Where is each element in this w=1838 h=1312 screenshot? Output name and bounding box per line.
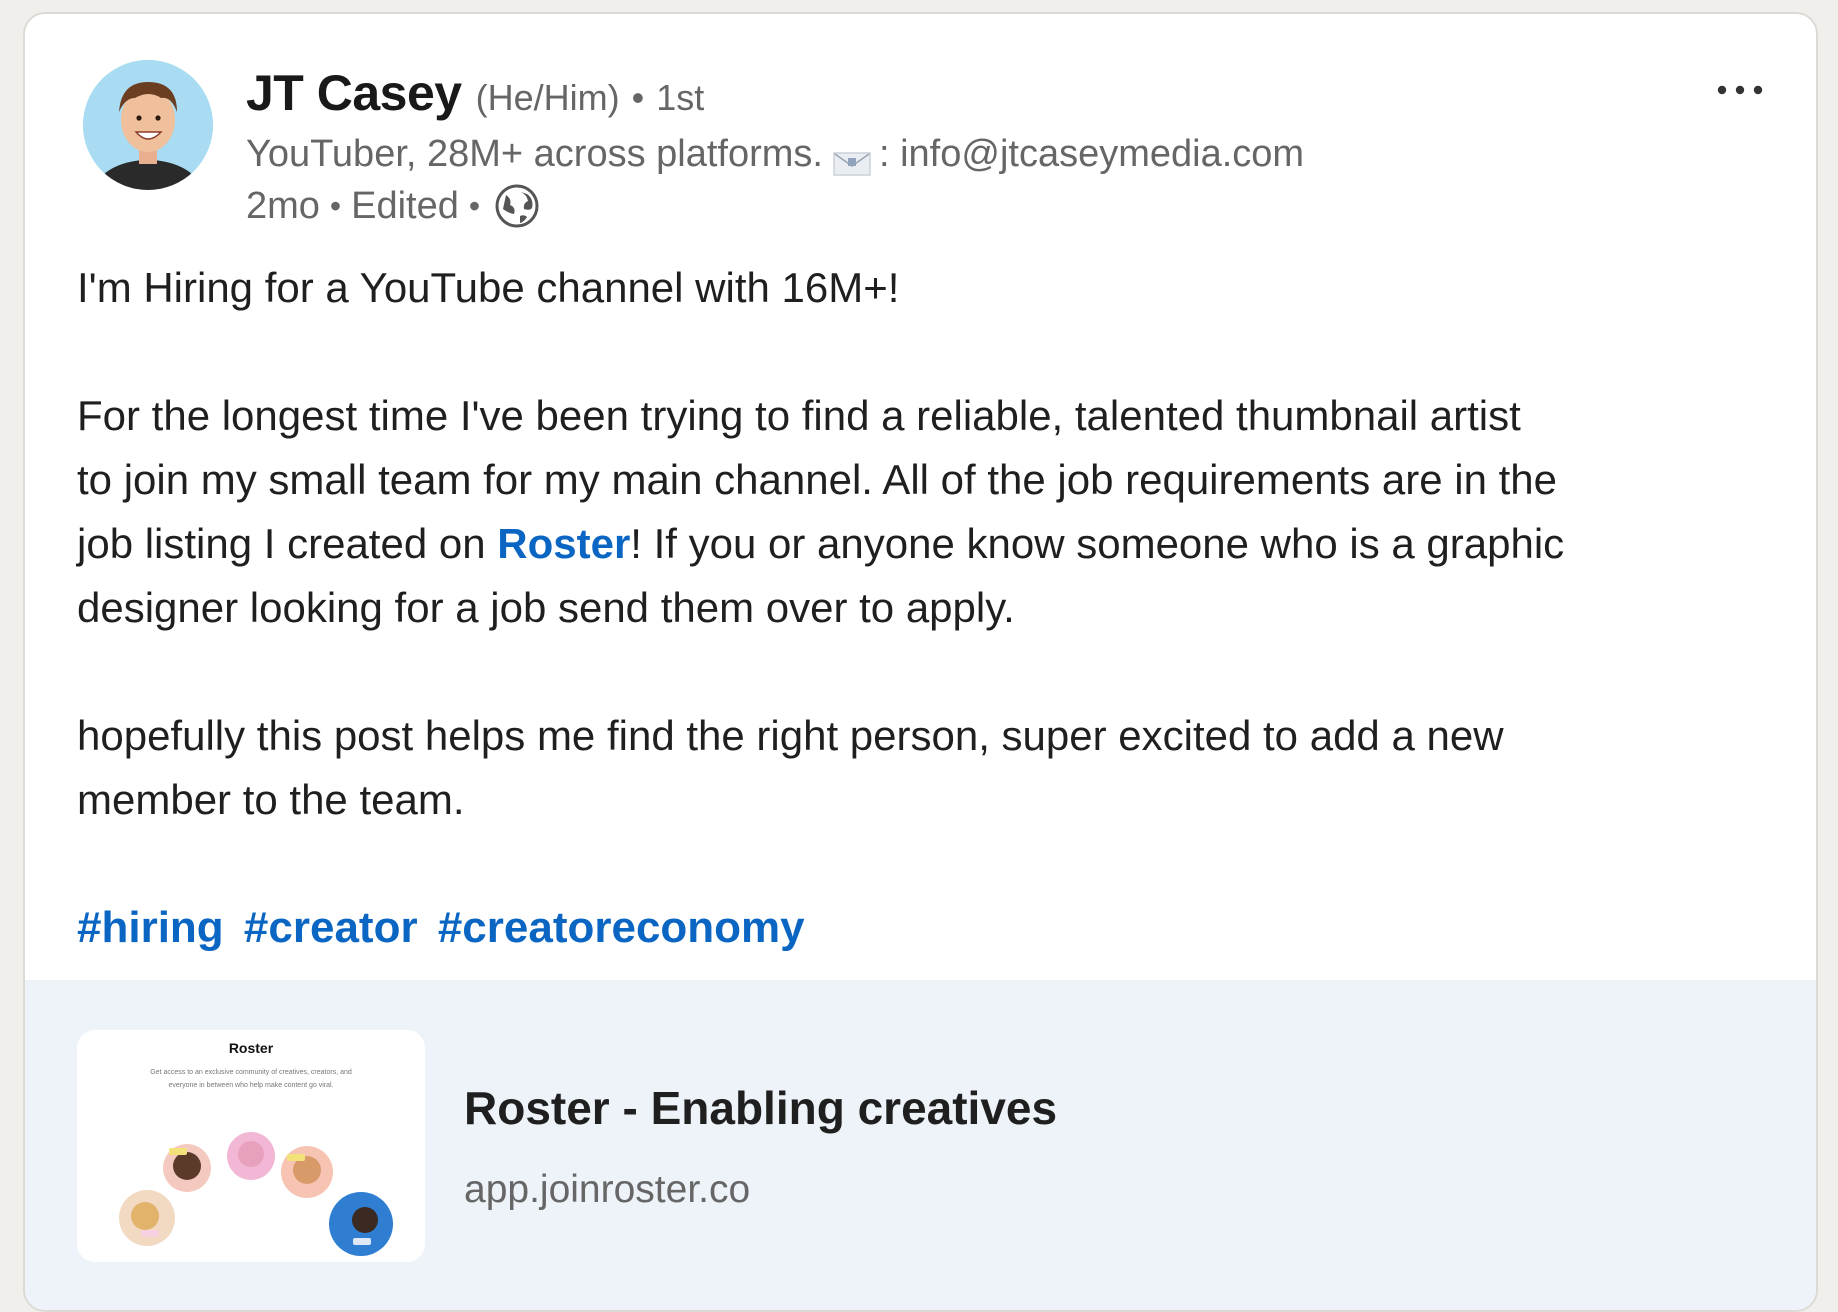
body-text: job listing I created on xyxy=(77,520,498,567)
post-card: JT Casey (He/Him) • 1st YouTuber, 28M+ a… xyxy=(23,12,1818,1312)
author-pronouns: (He/Him) xyxy=(475,77,620,118)
body-line: designer looking for a job send them ove… xyxy=(77,584,1015,631)
link-preview[interactable]: Roster Get access to an exclusive commun… xyxy=(25,980,1816,1310)
author-avatar[interactable] xyxy=(83,60,213,190)
body-line: hopefully this post helps me find the ri… xyxy=(77,712,1504,759)
body-line: I'm Hiring for a YouTube channel with 16… xyxy=(77,264,900,311)
body-line: member to the team. xyxy=(77,776,465,823)
separator-dot: • xyxy=(329,187,342,224)
author-name[interactable]: JT Casey xyxy=(246,64,462,122)
thumbnail-illustration xyxy=(119,1132,393,1256)
link-preview-domain: app.joinroster.co xyxy=(464,1168,751,1211)
headline-text: YouTuber, 28M+ across platforms. xyxy=(246,133,823,175)
hashtag-creatoreconomy[interactable]: #creatoreconomy xyxy=(438,903,805,952)
globe-icon xyxy=(494,183,540,229)
envelope-icon xyxy=(833,143,871,176)
body-line: to join my small team for my main channe… xyxy=(77,456,1558,503)
body-line: For the longest time I've been trying to… xyxy=(77,392,1521,439)
post-body: I'm Hiring for a YouTube channel with 16… xyxy=(77,256,1777,832)
connection-degree: 1st xyxy=(656,77,705,118)
more-options-button[interactable] xyxy=(1705,68,1775,112)
link-preview-title[interactable]: Roster - Enabling creatives xyxy=(464,1081,1057,1135)
more-options-icon xyxy=(1717,85,1763,95)
post-header: JT Casey (He/Him) • 1st YouTuber, 28M+ a… xyxy=(25,14,1816,234)
link-preview-thumbnail[interactable]: Roster Get access to an exclusive commun… xyxy=(77,1030,425,1262)
roster-link[interactable]: Roster xyxy=(497,520,630,567)
post-time: 2mo xyxy=(246,184,320,227)
body-text: ! If you or anyone know someone who is a… xyxy=(630,520,1565,567)
author-name-row: JT Casey (He/Him) • 1st xyxy=(246,64,704,122)
hashtags: #hiring #creator #creatoreconomy xyxy=(77,896,813,960)
body-line: job listing I created on Roster! If you … xyxy=(77,512,1777,576)
hashtag-hiring[interactable]: #hiring xyxy=(77,903,224,952)
separator-dot: • xyxy=(631,77,645,118)
avatar-photo xyxy=(83,60,213,190)
edited-label: Edited xyxy=(351,184,459,227)
hashtag-creator[interactable]: #creator xyxy=(244,903,418,952)
headline-email: : info@jtcaseymedia.com xyxy=(878,133,1305,175)
post-meta: 2mo • Edited • xyxy=(246,183,540,229)
separator-dot: • xyxy=(468,187,481,224)
author-headline: YouTuber, 28M+ across platforms. : info@… xyxy=(246,133,1304,176)
